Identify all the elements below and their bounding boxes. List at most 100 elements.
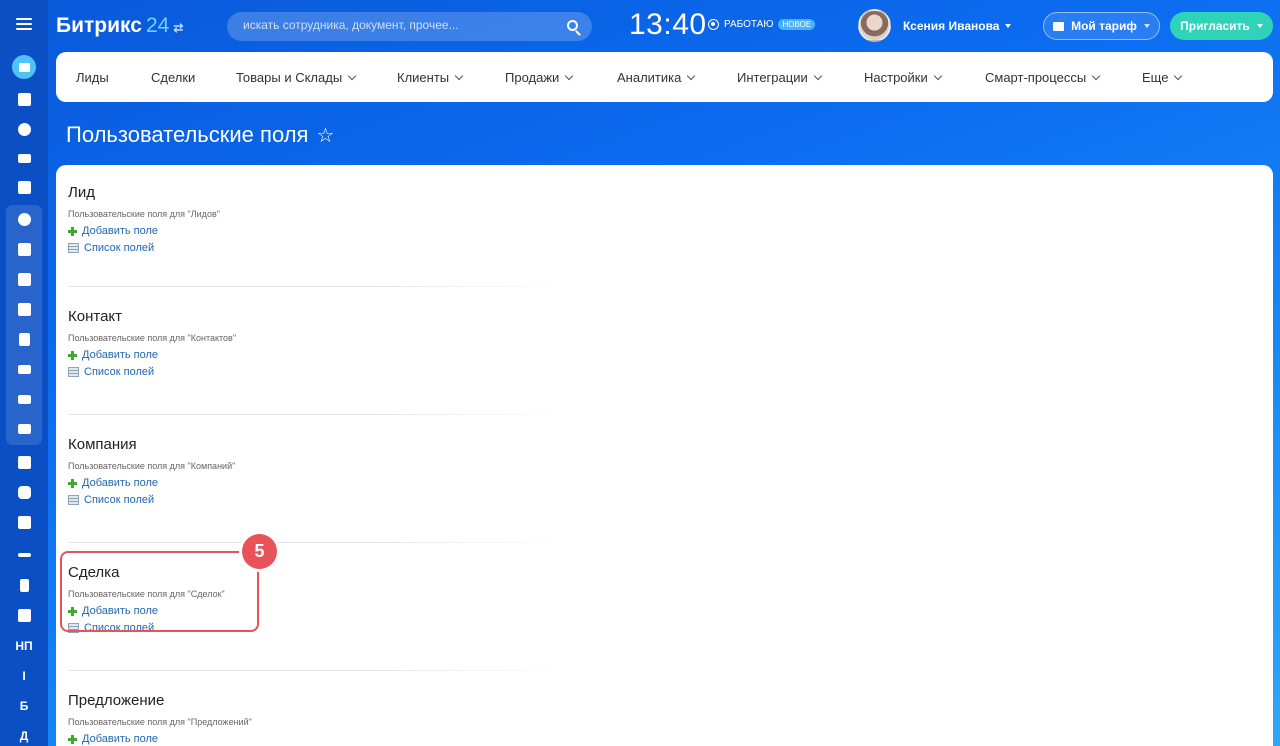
add-field-link[interactable]: Добавить поле <box>68 349 568 361</box>
rail-item-np[interactable]: НП <box>12 634 36 658</box>
chevron-down-icon <box>933 71 942 80</box>
drive-icon[interactable] <box>12 357 36 381</box>
menu-label: Еще <box>1142 70 1169 85</box>
chevron-down-icon <box>813 71 822 80</box>
section-desc: Пользовательские поля для "Предложений" <box>68 717 252 727</box>
crm-icon[interactable] <box>12 207 36 231</box>
analytics-icon[interactable] <box>12 573 36 597</box>
caret-down-icon <box>1005 24 1012 28</box>
add-field-link[interactable]: Добавить поле <box>68 477 568 489</box>
section-desc: Пользовательские поля для "Лидов" <box>68 209 220 219</box>
menu-item-analytics[interactable]: Аналитика <box>617 70 696 85</box>
logo-num: 24 <box>145 14 170 37</box>
plus-icon <box>68 478 77 488</box>
field-list-link[interactable]: Список полей <box>68 242 568 254</box>
search-box[interactable] <box>227 12 592 41</box>
menu-label: Продажи <box>505 70 560 85</box>
section-desc: Пользовательские поля для "Контактов" <box>68 333 237 343</box>
highlight-frame <box>60 551 259 632</box>
content-panel: Лид Пользовательские поля для "Лидов" До… <box>56 165 1273 746</box>
star-icon[interactable]: ☆ <box>316 123 334 148</box>
page-title-row: Пользовательские поля ☆ <box>66 122 334 148</box>
user-menu[interactable]: Ксения Иванова <box>903 19 1012 33</box>
plus-icon <box>68 734 77 744</box>
work-status[interactable]: РАБОТАЮ НОВОЕ <box>708 19 816 30</box>
link-label: Добавить поле <box>82 349 159 361</box>
menu-label: Сделки <box>151 70 196 85</box>
chevron-down-icon <box>347 71 357 80</box>
filter-icon[interactable] <box>12 55 36 79</box>
link-label: Добавить поле <box>82 733 159 745</box>
clock[interactable]: 13:40 <box>629 8 707 42</box>
crm-menu: Лиды Сделки Товары и Склады Клиенты Прод… <box>56 52 1273 102</box>
plus-icon <box>68 226 77 236</box>
add-field-link[interactable]: Добавить поле <box>68 733 568 745</box>
rail-item-d[interactable]: Д <box>12 724 36 746</box>
edit-doc-icon[interactable] <box>12 603 36 627</box>
field-list-link[interactable]: Список полей <box>68 494 568 506</box>
menu-item-deals[interactable]: Сделки <box>151 70 195 85</box>
rail-item-b[interactable]: Б <box>12 694 36 718</box>
menu-item-integrations[interactable]: Интеграции <box>737 70 822 85</box>
work-status-label: РАБОТАЮ <box>724 19 774 30</box>
chevron-down-icon <box>454 71 464 80</box>
chat-icon[interactable] <box>12 267 36 291</box>
tariff-button[interactable]: Мой тариф <box>1043 12 1160 40</box>
logo[interactable]: Битрикс 24 ⇄ <box>56 14 183 38</box>
box-icon[interactable] <box>12 510 36 534</box>
chevron-down-icon <box>565 71 574 80</box>
tasks-icon[interactable] <box>12 175 36 199</box>
menu-item-clients[interactable]: Клиенты <box>397 70 464 85</box>
record-icon <box>708 19 719 30</box>
section-company: Компания Пользовательские поля для "Комп… <box>68 436 568 506</box>
users-icon[interactable] <box>12 417 36 441</box>
menu-item-products[interactable]: Товары и Склады <box>236 70 357 85</box>
link-label: Список полей <box>84 366 155 378</box>
rail-item-i[interactable]: I <box>12 664 36 688</box>
mail-icon[interactable] <box>12 387 36 411</box>
search-icon[interactable] <box>567 20 578 31</box>
feed-icon[interactable] <box>12 237 36 261</box>
sign-icon[interactable] <box>12 543 36 567</box>
robot-icon[interactable] <box>12 480 36 504</box>
target-icon[interactable] <box>12 117 36 141</box>
invite-button[interactable]: Пригласить <box>1170 12 1273 40</box>
menu-item-more[interactable]: Еще <box>1142 70 1183 85</box>
add-field-link[interactable]: Добавить поле <box>68 225 568 237</box>
menu-item-leads[interactable]: Лиды <box>76 70 109 85</box>
invite-label: Пригласить <box>1180 19 1250 33</box>
link-label: Список полей <box>84 494 155 506</box>
menu-item-sales[interactable]: Продажи <box>505 70 574 85</box>
step-badge: 5 <box>242 534 277 569</box>
field-list-link[interactable]: Список полей <box>68 366 568 378</box>
chevron-down-icon <box>687 71 696 80</box>
caret-down-icon <box>1256 24 1263 28</box>
menu-label: Настройки <box>864 70 928 85</box>
list-icon <box>68 367 79 377</box>
left-rail: НП I Б Д <box>0 0 48 746</box>
home-icon[interactable] <box>12 87 36 111</box>
link-label: Список полей <box>84 242 155 254</box>
menu-item-settings[interactable]: Настройки <box>864 70 942 85</box>
avatar[interactable] <box>858 9 891 42</box>
calendar-icon[interactable] <box>12 297 36 321</box>
document-icon[interactable] <box>12 327 36 351</box>
link-label: Добавить поле <box>82 225 159 237</box>
briefcase-icon <box>1053 21 1065 31</box>
section-contact: Контакт Пользовательские поля для "Конта… <box>68 308 568 378</box>
contact-card-icon[interactable] <box>12 450 36 474</box>
divider <box>68 286 568 287</box>
section-title: Лид <box>68 184 95 201</box>
menu-item-smart-processes[interactable]: Смарт-процессы <box>985 70 1101 85</box>
cart-icon[interactable] <box>12 146 36 170</box>
menu-label: Лиды <box>76 70 109 85</box>
section-lead: Лид Пользовательские поля для "Лидов" До… <box>68 184 568 254</box>
caret-down-icon <box>1143 24 1150 28</box>
section-title: Компания <box>68 436 137 453</box>
menu-label: Клиенты <box>397 70 450 85</box>
search-input[interactable] <box>243 18 543 32</box>
section-title: Контакт <box>68 308 123 325</box>
menu-burger-icon[interactable] <box>16 18 32 30</box>
list-icon <box>68 243 79 253</box>
switch-icon[interactable]: ⇄ <box>173 21 183 35</box>
